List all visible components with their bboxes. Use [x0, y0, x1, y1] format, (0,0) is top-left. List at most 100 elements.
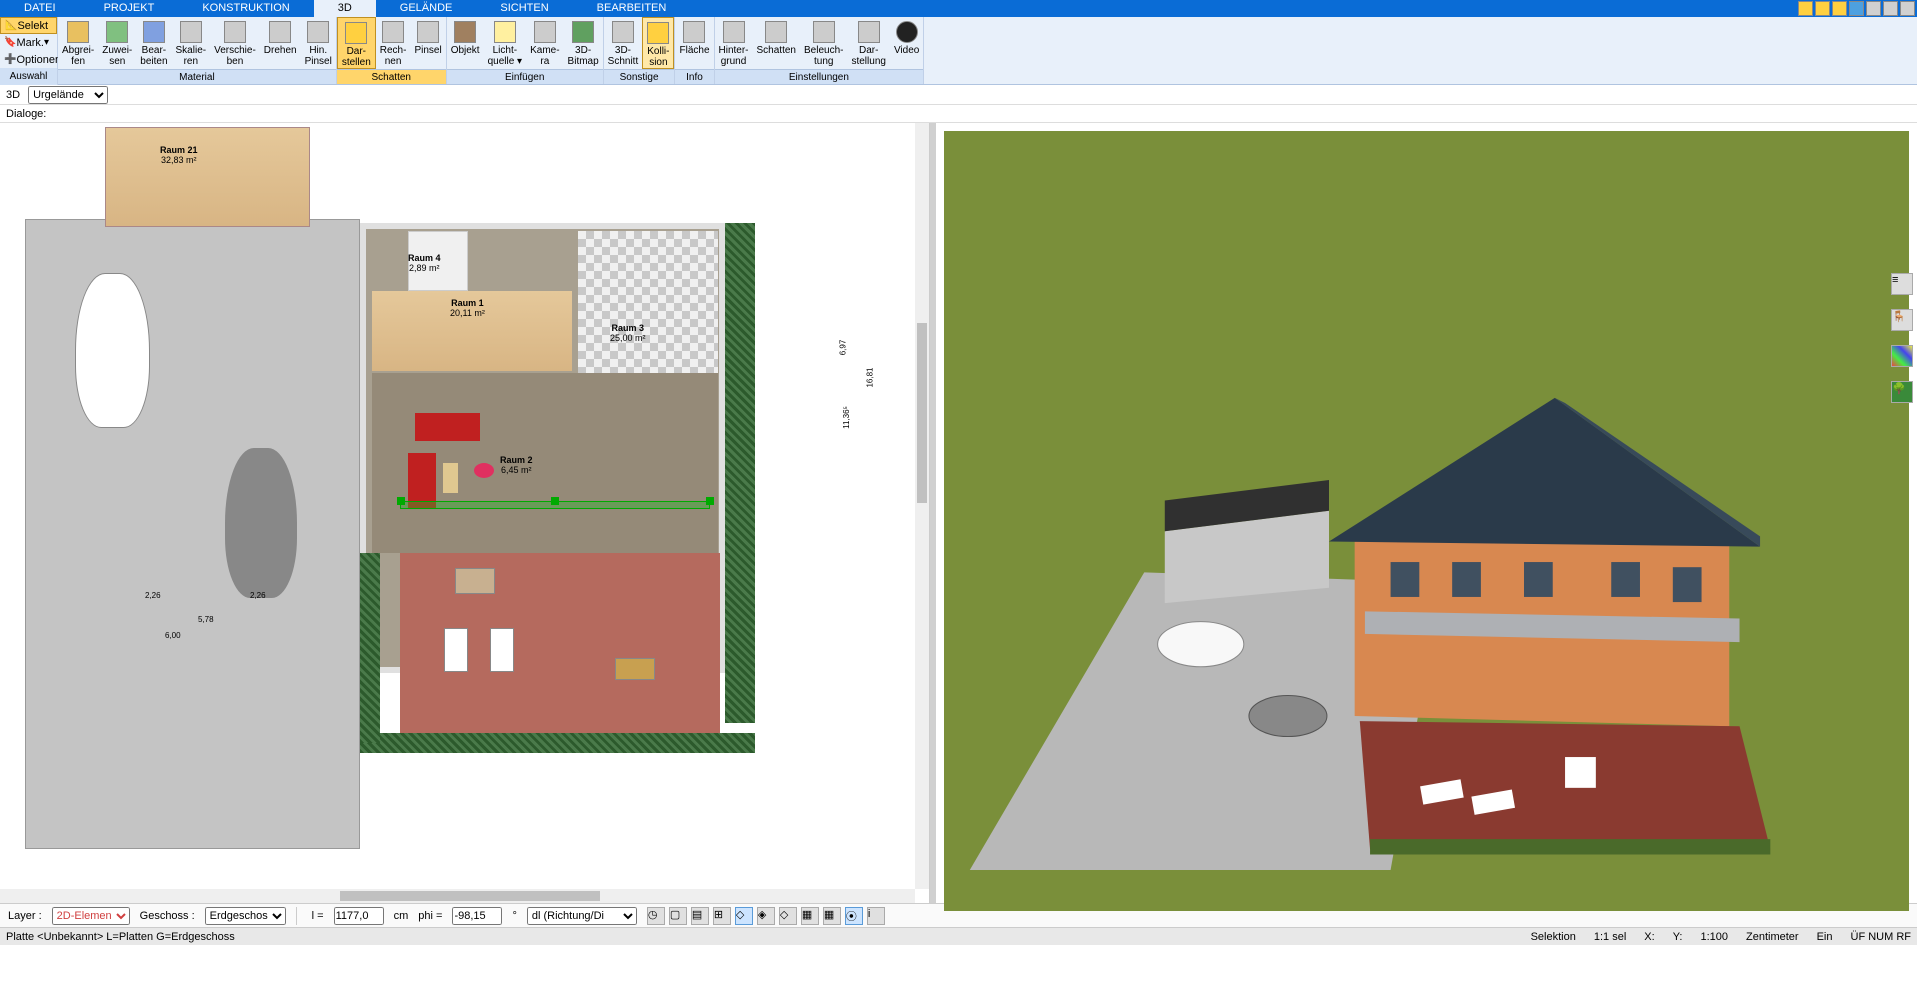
beleuchtung-button[interactable]: Beleuch- tung: [800, 17, 847, 69]
slab-handle-m[interactable]: [551, 497, 559, 505]
grid1-icon[interactable]: ▦: [801, 907, 819, 925]
collision-icon: [647, 22, 669, 44]
snap3-icon[interactable]: ◈: [757, 907, 775, 925]
dim-r1: 16,81: [866, 367, 875, 387]
bg-icon: [723, 21, 745, 43]
side-icon-strip: ≡ 🪑 🌳: [1891, 273, 1913, 403]
slab-handle-r[interactable]: [706, 497, 714, 505]
help-icon[interactable]: [1849, 1, 1864, 16]
slab-handle-l[interactable]: [397, 497, 405, 505]
objekt-button[interactable]: Objekt: [447, 17, 484, 69]
flaeche-label: Fläche: [679, 45, 709, 56]
zuweisen-label: Zuwei- sen: [102, 45, 132, 67]
close-icon[interactable]: [1900, 1, 1915, 16]
hinpinsel-button[interactable]: Hin. Pinsel: [301, 17, 336, 69]
3dbitmap-button[interactable]: 3D- Bitmap: [564, 17, 603, 69]
dim-b1: 2,26: [145, 591, 161, 600]
menu-datei[interactable]: DATEI: [0, 0, 80, 17]
dim-r2: 6,97: [838, 340, 847, 356]
snap4-icon[interactable]: ◇: [779, 907, 797, 925]
video-button[interactable]: Video: [890, 17, 923, 69]
app-icon-2[interactable]: [1815, 1, 1830, 16]
snap1-icon[interactable]: ⊞: [713, 907, 731, 925]
bearbeiten-button[interactable]: Bear- beiten: [136, 17, 171, 69]
main-area: Raum 2132,83 m² Raum 42,89 m² Raum 120,1…: [0, 123, 1917, 903]
room3-label: Raum 325,00 m²: [610, 323, 646, 343]
dialog-label: Dialoge:: [6, 108, 46, 120]
minimize-icon[interactable]: [1866, 1, 1881, 16]
geschoss-select[interactable]: Erdgeschos: [205, 907, 286, 925]
camera-icon: [534, 21, 556, 43]
info-icon[interactable]: i: [867, 907, 885, 925]
video-icon: [896, 21, 918, 43]
menu-3d[interactable]: 3D: [314, 0, 376, 17]
status-unit: Zentimeter: [1746, 931, 1799, 943]
app-icon-3[interactable]: [1832, 1, 1847, 16]
abgreifen-button[interactable]: Abgrei- fen: [58, 17, 98, 69]
skalieren-button[interactable]: Skalie- ren: [172, 17, 211, 69]
lichtquelle-button[interactable]: Licht- quelle ▾: [484, 17, 527, 69]
plan-2d-viewport[interactable]: Raum 2132,83 m² Raum 42,89 m² Raum 120,1…: [0, 123, 930, 903]
pinsel-icon: [417, 21, 439, 43]
3dschnitt-button[interactable]: 3D- Schnitt: [604, 17, 643, 69]
chair-icon[interactable]: 🪑: [1891, 309, 1913, 331]
verschieben-button[interactable]: Verschie- ben: [210, 17, 260, 69]
palette-icon[interactable]: [1891, 345, 1913, 367]
scrollbar-v-thumb[interactable]: [917, 323, 927, 503]
darstellung-button[interactable]: Dar- stellung: [847, 17, 889, 69]
lounger-2: [490, 628, 514, 672]
darstellen-button[interactable]: Dar- stellen: [337, 17, 376, 69]
menu-gelaende[interactable]: GELÄNDE: [376, 0, 477, 17]
pinsel-button[interactable]: Pinsel: [410, 17, 445, 69]
dropper-icon: [67, 21, 89, 43]
l-input[interactable]: [334, 907, 384, 925]
schatten-set-button[interactable]: Schatten: [753, 17, 800, 69]
stack-icon[interactable]: ▤: [691, 907, 709, 925]
mode-select[interactable]: dl (Richtung/Di: [527, 907, 637, 925]
layer-select[interactable]: 2D-Elemen: [52, 907, 130, 925]
ortho-icon[interactable]: ⦿: [845, 907, 863, 925]
selekt-button[interactable]: 📐Selekt: [0, 17, 57, 34]
optionen-button[interactable]: ➕Optionen: [0, 51, 57, 68]
drehen-button[interactable]: Drehen: [260, 17, 301, 69]
pinsel-label: Pinsel: [414, 45, 441, 56]
snap2-icon[interactable]: ◇: [735, 907, 753, 925]
hintergrund-button[interactable]: Hinter- grund: [715, 17, 753, 69]
maximize-icon[interactable]: [1883, 1, 1898, 16]
app-icon-1[interactable]: [1798, 1, 1813, 16]
rechnen-button[interactable]: Rech- nen: [376, 17, 411, 69]
kollision-button[interactable]: Kolli- sion: [642, 17, 674, 69]
pane-splitter[interactable]: [930, 123, 936, 903]
driveway-area: [25, 219, 360, 849]
section-icon: [612, 21, 634, 43]
einfuegen-title: Einfügen: [447, 69, 603, 84]
schatten-title: Schatten: [337, 69, 446, 84]
kamera-label: Kame- ra: [530, 45, 559, 67]
menu-bearbeiten[interactable]: BEARBEITEN: [573, 0, 691, 17]
menu-projekt[interactable]: PROJEKT: [80, 0, 179, 17]
scrollbar-vertical[interactable]: [915, 123, 929, 889]
tree-icon[interactable]: 🌳: [1891, 381, 1913, 403]
menu-sichten[interactable]: SICHTEN: [476, 0, 572, 17]
darstellung-label: Dar- stellung: [851, 45, 885, 67]
grid2-icon[interactable]: ▦: [823, 907, 841, 925]
view-select[interactable]: Urgelände: [28, 86, 108, 104]
monitor-icon[interactable]: ▢: [669, 907, 687, 925]
sofa-2: [408, 453, 436, 508]
darstellen-label: Dar- stellen: [342, 46, 371, 68]
flaeche-button[interactable]: Fläche: [675, 17, 713, 69]
beleuchtung-label: Beleuch- tung: [804, 45, 843, 67]
scrollbar-horizontal[interactable]: [0, 889, 915, 903]
kamera-button[interactable]: Kame- ra: [526, 17, 563, 69]
phi-input[interactable]: [452, 907, 502, 925]
layers-icon[interactable]: ≡: [1891, 273, 1913, 295]
view-3d-viewport[interactable]: [944, 131, 1909, 911]
scrollbar-h-thumb[interactable]: [340, 891, 600, 901]
mark-button[interactable]: 🔖Mark. ▾: [0, 34, 57, 51]
clock-icon[interactable]: ◷: [647, 907, 665, 925]
menu-konstruktion[interactable]: KONSTRUKTION: [178, 0, 313, 17]
dim-b3: 5,78: [198, 615, 214, 624]
titlebar-icons: [1798, 1, 1917, 16]
zuweisen-button[interactable]: Zuwei- sen: [98, 17, 136, 69]
mode-label: 3D: [6, 89, 20, 101]
